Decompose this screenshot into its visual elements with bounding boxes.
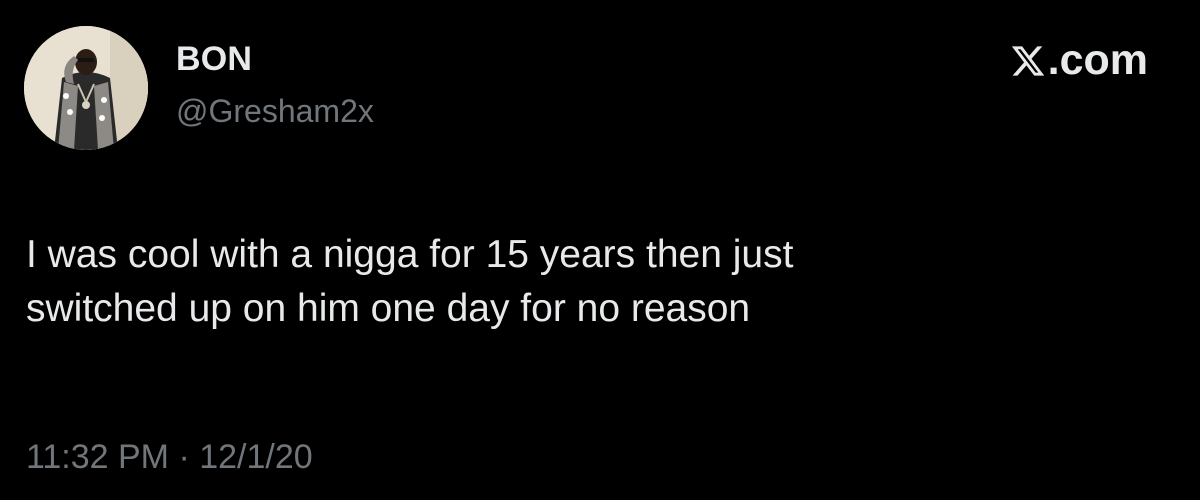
tweet-text-line: switched up on him one day for no reason (26, 287, 751, 330)
tweet-text-line: I was cool with a nigga for 15 years the… (26, 233, 794, 276)
tweet-text: I was cool with a nigga for 15 years the… (26, 228, 1166, 336)
user-avatar-image (24, 26, 148, 150)
brand-domain-label: .com (1047, 36, 1148, 84)
avatar[interactable] (24, 26, 148, 150)
tweet-card: BON @Gresham2x .com I was cool with a ni… (0, 0, 1200, 500)
author-handle[interactable]: @Gresham2x (176, 93, 374, 130)
x-logo-icon (1011, 45, 1044, 76)
tweet-timestamp[interactable]: 11:32 PM · 12/1/20 (26, 438, 313, 477)
author-display-name[interactable]: BON (176, 40, 252, 79)
brand-mark: .com (1010, 36, 1148, 85)
